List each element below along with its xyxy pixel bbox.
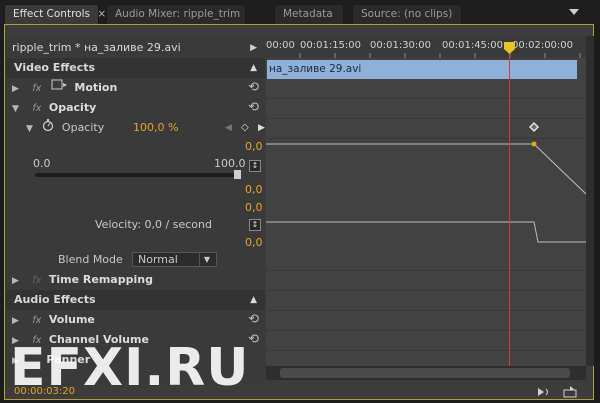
ruler-tick: 00:01:45:00: [442, 40, 504, 51]
ruler-ticks-graphic: [299, 53, 581, 58]
row-divider: [266, 270, 586, 271]
graph-toggle-icon[interactable]: ↕: [249, 219, 261, 231]
value-label: 0,0: [245, 236, 263, 249]
effect-label: Time Remapping: [48, 273, 153, 286]
expand-triangle-icon[interactable]: ▶: [12, 84, 19, 94]
clip-header: ripple_trim * на_заливе 29.avi ▶: [6, 38, 265, 58]
effect-label: Opacity: [48, 101, 97, 114]
slider-max-label: 100.0: [214, 157, 246, 170]
value-label: 0,0: [245, 140, 263, 153]
audio-effects-header: Audio Effects ▲: [6, 290, 265, 310]
watermark: EFXI.RU: [10, 338, 250, 398]
ruler-tick: 00:01:15:00: [300, 40, 362, 51]
add-keyframe-icon[interactable]: ◇: [241, 118, 249, 138]
velocity-label: Velocity: 0,0 / second: [95, 218, 212, 231]
opacity-slider-track[interactable]: [35, 173, 241, 177]
ruler-tick: 00:01:30:00: [370, 40, 432, 51]
collapse-icon[interactable]: ▲: [250, 290, 257, 310]
select-value: Normal: [138, 253, 178, 266]
play-icon[interactable]: ▶: [250, 38, 257, 58]
blend-mode-select[interactable]: Normal ▼: [132, 252, 217, 267]
opacity-graph[interactable]: [266, 120, 586, 250]
section-label: Video Effects: [14, 61, 96, 74]
ruler-tick: 00:00: [266, 40, 295, 51]
param-label: Opacity: [61, 121, 105, 134]
opacity-param-row: ▼ Opacity 100,0 % ◀ ◇ ▶: [6, 118, 265, 138]
tab-label: Metadata: [283, 8, 333, 20]
reset-icon[interactable]: ⟲: [248, 330, 259, 350]
row-divider: [266, 330, 586, 331]
keyframe-point[interactable]: [531, 141, 537, 147]
close-icon[interactable]: ×: [97, 8, 106, 20]
panel-menu-icon[interactable]: [566, 6, 582, 18]
playhead-marker-icon[interactable]: [504, 42, 515, 54]
tab-metadata[interactable]: Metadata: [274, 4, 344, 24]
graph-toggle-icon[interactable]: ↕: [249, 160, 261, 172]
next-keyframe-icon[interactable]: ▶: [258, 118, 265, 138]
effect-time-remapping[interactable]: ▶ fx Time Remapping: [6, 270, 265, 290]
chevron-down-icon[interactable]: ▼: [199, 253, 214, 266]
effect-opacity[interactable]: ▼ fx Opacity ⟲: [6, 98, 265, 118]
timeline-clip[interactable]: на_заливе 29.avi: [267, 60, 577, 79]
time-ruler[interactable]: 00:00 00:01:15:00 00:01:30:00 00:01:45:0…: [266, 36, 586, 59]
prev-keyframe-icon[interactable]: ◀: [225, 118, 232, 138]
collapse-triangle-icon[interactable]: ▼: [26, 124, 33, 134]
slider-min-label: 0.0: [33, 157, 51, 170]
effect-label: Volume: [48, 313, 95, 326]
expand-triangle-icon[interactable]: ▶: [12, 316, 19, 326]
collapse-icon[interactable]: ▲: [250, 58, 257, 78]
vertical-scrollbar[interactable]: [586, 36, 594, 366]
ruler-tick: 00:02:00:00: [512, 40, 574, 51]
tab-label: Effect Controls: [13, 8, 90, 20]
expand-triangle-icon[interactable]: ▶: [12, 276, 19, 286]
opacity-slider-handle[interactable]: [234, 170, 241, 179]
fx-icon[interactable]: fx: [32, 83, 41, 94]
value-label: 0,0: [245, 201, 263, 214]
row-divider: [266, 118, 586, 119]
horizontal-scrollbar[interactable]: [266, 366, 586, 380]
section-label: Audio Effects: [14, 293, 96, 306]
effect-motion[interactable]: ▶ fx Motion ⟲: [6, 78, 265, 98]
row-divider: [266, 98, 586, 99]
row-divider: [266, 350, 586, 351]
row-divider: [266, 310, 586, 311]
tab-audio-mixer[interactable]: Audio Mixer: ripple_trim: [106, 4, 246, 24]
reset-icon[interactable]: ⟲: [248, 310, 259, 330]
tab-effect-controls[interactable]: Effect Controls ×: [4, 4, 106, 24]
video-effects-header: Video Effects ▲: [6, 58, 265, 78]
toggle-loop-icon[interactable]: [562, 385, 578, 399]
row-divider: [266, 290, 586, 291]
playhead-line[interactable]: [509, 44, 510, 366]
transform-icon[interactable]: [51, 78, 67, 98]
play-audio-icon[interactable]: [536, 385, 552, 399]
reset-icon[interactable]: ⟲: [248, 98, 259, 118]
scrollbar-thumb[interactable]: [280, 368, 570, 378]
clip-header-label: ripple_trim * на_заливе 29.avi: [12, 41, 181, 54]
fx-icon: fx: [32, 275, 42, 286]
tab-label: Audio Mixer: ripple_trim: [115, 8, 241, 20]
tab-label: Source: (no clips): [361, 8, 453, 20]
tab-source[interactable]: Source: (no clips): [352, 4, 462, 24]
stopwatch-icon[interactable]: [42, 118, 54, 138]
value-label: 0,0: [245, 183, 263, 196]
blend-mode-label: Blend Mode: [58, 253, 123, 266]
tab-bar: Effect Controls × Audio Mixer: ripple_tr…: [0, 0, 600, 24]
reset-icon[interactable]: ⟲: [248, 78, 259, 98]
fx-icon[interactable]: fx: [32, 103, 41, 114]
keyframe-diamond-icon[interactable]: [529, 122, 539, 132]
effect-volume[interactable]: ▶ fx Volume ⟲: [6, 310, 265, 330]
effect-label: Motion: [74, 81, 118, 94]
opacity-value[interactable]: 100,0 %: [133, 118, 178, 138]
fx-icon[interactable]: fx: [32, 315, 41, 326]
collapse-triangle-icon[interactable]: ▼: [12, 104, 19, 114]
